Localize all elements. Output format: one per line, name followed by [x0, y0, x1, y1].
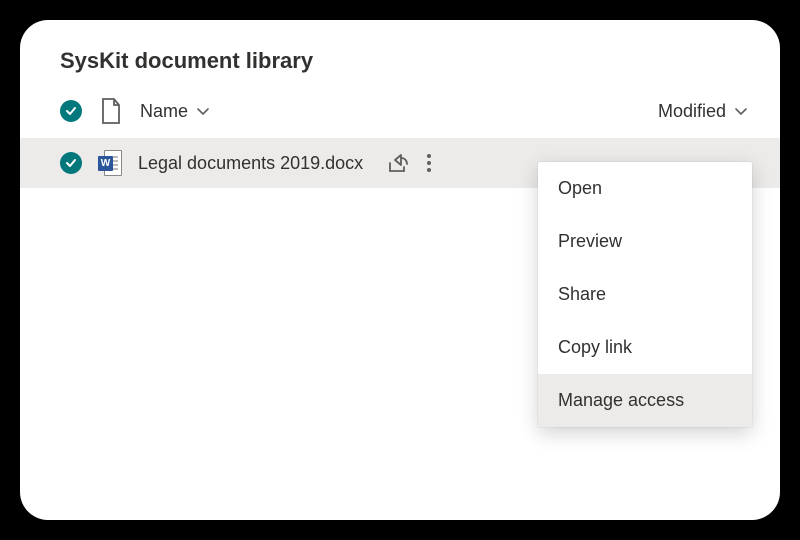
- file-name: Legal documents 2019.docx: [138, 153, 363, 174]
- menu-item-open[interactable]: Open: [538, 162, 752, 215]
- column-modified-label: Modified: [658, 101, 726, 122]
- column-header-row: Name Modified: [20, 92, 780, 130]
- document-library-window: SysKit document library Name Modified: [20, 20, 780, 520]
- chevron-down-icon: [734, 104, 748, 118]
- checkmark-icon: [65, 105, 77, 117]
- more-actions-button[interactable]: [423, 150, 435, 176]
- row-checkbox[interactable]: [60, 152, 82, 174]
- menu-item-share[interactable]: Share: [538, 268, 752, 321]
- select-all-checkbox[interactable]: [60, 100, 82, 122]
- library-title: SysKit document library: [20, 48, 780, 92]
- column-header-name[interactable]: Name: [140, 101, 210, 122]
- menu-item-preview[interactable]: Preview: [538, 215, 752, 268]
- context-menu: Open Preview Share Copy link Manage acce…: [538, 162, 752, 427]
- word-document-icon: W: [98, 150, 122, 176]
- column-name-label: Name: [140, 101, 188, 122]
- file-type-column-icon: [100, 98, 122, 124]
- menu-item-copy-link[interactable]: Copy link: [538, 321, 752, 374]
- column-header-modified[interactable]: Modified: [658, 101, 748, 122]
- share-icon[interactable]: [387, 152, 409, 174]
- checkmark-icon: [65, 157, 77, 169]
- chevron-down-icon: [196, 104, 210, 118]
- menu-item-manage-access[interactable]: Manage access: [538, 374, 752, 427]
